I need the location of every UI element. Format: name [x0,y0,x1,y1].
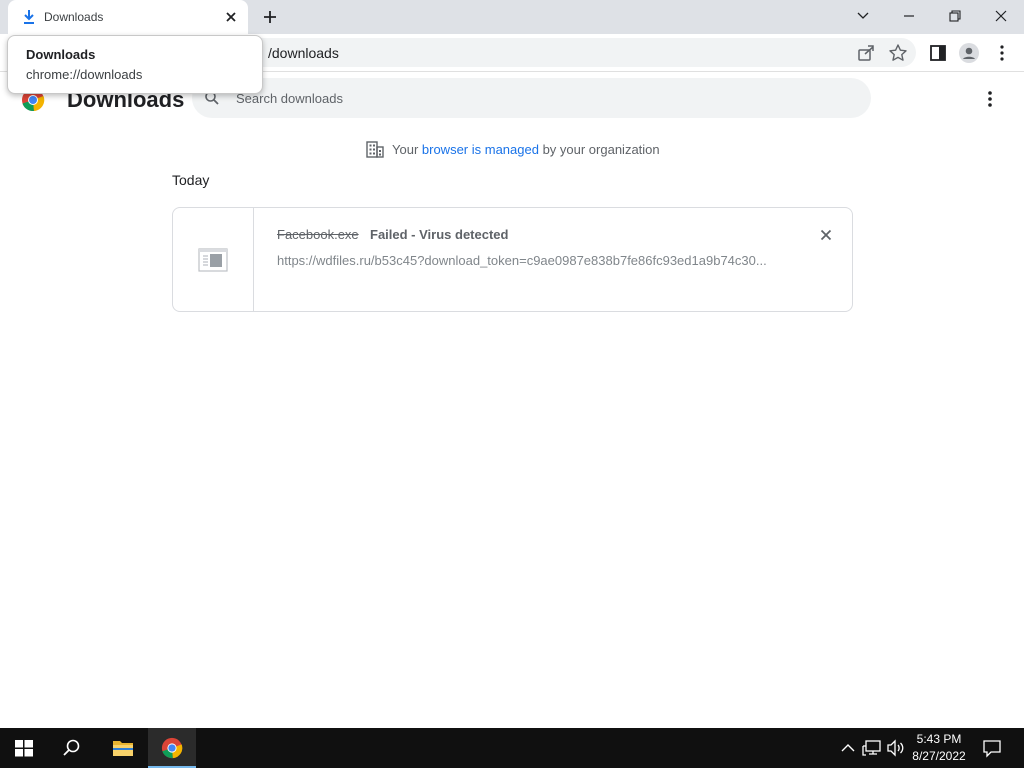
chevron-down-icon [857,12,869,19]
network-icon[interactable] [862,738,882,758]
side-panel-icon[interactable] [928,43,948,63]
chevron-up-icon[interactable] [838,738,858,758]
building-icon [366,141,384,158]
browser-menu-icon[interactable] [992,43,1012,63]
tab-search-button[interactable] [840,0,886,32]
download-status: Failed - Virus detected [370,227,509,242]
chrome-taskbar-button[interactable] [148,728,196,768]
tab-hover-card: Downloads chrome://downloads [7,35,263,94]
close-window-button[interactable] [978,0,1024,32]
start-button[interactable] [0,728,48,768]
file-icon [198,248,228,272]
tab-hover-card-title: Downloads [26,47,96,62]
volume-icon[interactable] [886,738,906,758]
close-icon [995,10,1007,22]
restore-icon [949,10,961,22]
taskbar-search-button[interactable] [48,728,96,768]
profile-avatar-icon[interactable] [959,43,979,63]
address-bar-url: /downloads [268,45,339,61]
bookmark-star-icon[interactable] [888,43,908,63]
restore-button[interactable] [932,0,978,32]
tab-strip: Downloads [0,0,1024,34]
new-tab-icon[interactable] [260,7,280,27]
download-icon [22,9,36,25]
minimize-icon [904,15,914,17]
search-icon [63,739,80,756]
folder-icon [113,741,133,756]
managed-prefix: Your [392,142,422,157]
tab-hover-card-url: chrome://downloads [26,67,143,82]
close-tab-icon[interactable] [222,8,240,26]
date-section-header: Today [172,172,210,188]
download-file-name: Facebook.exe [277,227,359,242]
windows-logo-icon [15,740,33,757]
browser-managed-link[interactable]: browser is managed [422,142,539,157]
search-downloads-box[interactable] [192,78,871,118]
downloads-menu-icon[interactable] [980,89,1000,109]
chrome-icon [161,737,183,759]
notification-icon[interactable] [982,738,1002,758]
remove-download-icon[interactable] [817,226,835,244]
download-item: Facebook.exe Failed - Virus detected htt… [172,207,853,312]
tab-title: Downloads [44,10,104,24]
taskbar: 5:43 PM 8/27/2022 [0,728,1024,768]
tab-downloads[interactable]: Downloads [8,0,248,34]
clock-time: 5:43 PM [916,732,962,746]
file-explorer-button[interactable] [98,728,146,768]
minimize-button[interactable] [886,0,932,32]
clock-date: 8/27/2022 [912,749,966,763]
share-icon[interactable] [856,43,876,63]
managed-suffix: by your organization [538,142,660,157]
system-clock[interactable]: 5:43 PM 8/27/2022 [906,731,972,765]
file-icon-area [173,208,254,311]
search-input[interactable] [236,88,836,108]
download-source-url[interactable]: https://wdfiles.ru/b53c45?download_token… [277,253,777,268]
